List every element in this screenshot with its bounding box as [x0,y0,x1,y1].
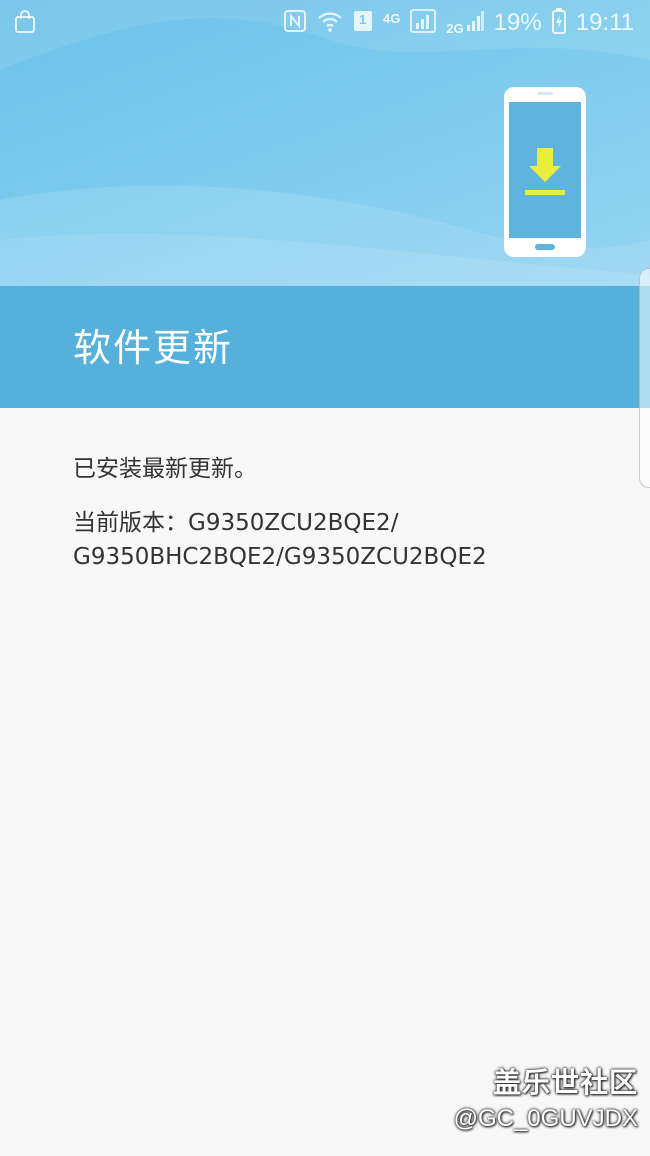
watermark-username: @GC_0GUVJDX [453,1105,638,1132]
phone-download-icon [503,86,587,262]
update-info: 已安装最新更新。 当前版本：G9350ZCU2BQE2/ G9350BHC2BQ… [73,452,633,574]
watermark-site-name: 盖乐世社区 [492,1066,638,1099]
page-title: 软件更新 [73,326,234,370]
sim-badge: 1 [358,12,367,27]
battery-icon [551,8,566,38]
signal-bars-icon [466,10,484,36]
network-type: 4G [382,10,401,26]
signal-icon [410,9,437,37]
update-status-message: 已安装最新更新。 [73,456,257,482]
shopping-bag-icon [14,10,36,38]
software-update-screen: 1 4G 2G 19% 19:11 软件更新 已安装最新更新。 当前版本：G93… [0,0,650,1156]
battery-percent: 19% [493,9,542,36]
edge-panel-handle[interactable] [639,268,650,488]
status-bar: 1 4G 2G 19% 19:11 [0,0,650,46]
current-version-line-2: G9350BHC2BQE2/G9350ZCU2BQE2 [73,544,487,570]
watermark: 盖乐世社区 @GC_0GUVJDX [454,1066,638,1134]
sim-icon: 1 [353,10,373,36]
wifi-icon [317,9,343,37]
header-banner: 1 4G 2G 19% 19:11 [0,0,650,286]
nfc-icon [283,9,307,37]
clock: 19:11 [575,9,634,36]
current-version-line-1: 当前版本：G9350ZCU2BQE2/ [73,510,399,536]
secondary-network-type: 2G [446,20,464,36]
